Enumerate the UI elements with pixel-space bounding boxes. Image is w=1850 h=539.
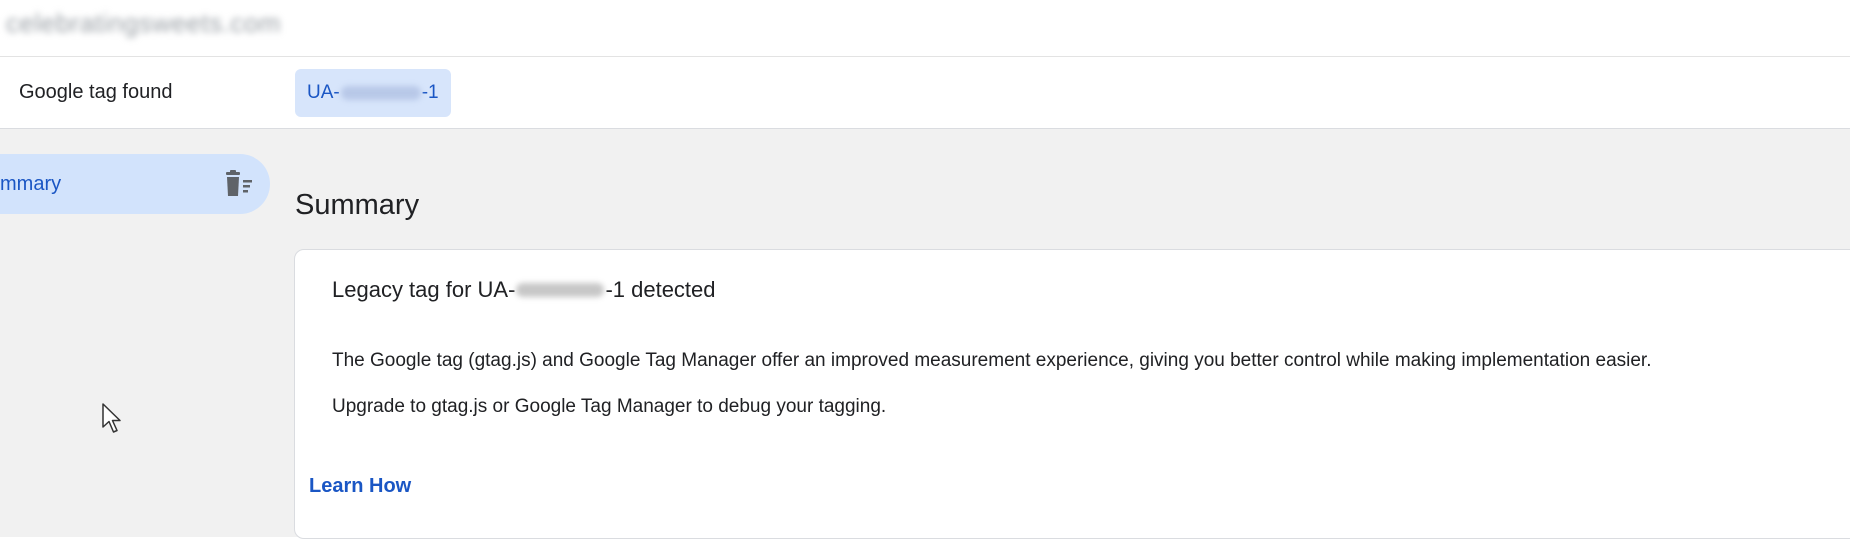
tag-found-label: Google tag found [19, 81, 173, 103]
site-domain: celebratingsweets.com [6, 8, 281, 38]
card-title-suffix: -1 detected [605, 277, 716, 302]
page-title: Summary [295, 189, 420, 221]
redacted-tag-id [516, 283, 605, 297]
mouse-cursor-icon [102, 403, 121, 433]
card-instruction: Upgrade to gtag.js or Google Tag Manager… [332, 396, 887, 417]
delete-sweep-icon[interactable] [224, 170, 254, 198]
tag-id-chip[interactable]: UA- -1 [295, 69, 451, 117]
content-area: mmary Summary Legacy tag for UA- -1 dete… [0, 129, 1850, 539]
tag-id-suffix: -1 [421, 82, 439, 103]
top-bar: celebratingsweets.com [0, 0, 1850, 57]
sidebar-item-summary[interactable]: mmary [0, 154, 270, 214]
learn-how-link[interactable]: Learn How [309, 475, 411, 498]
card-title: Legacy tag for UA- -1 detected [332, 277, 716, 303]
tag-id-prefix: UA- [307, 82, 340, 103]
redacted-tag-id [340, 86, 421, 100]
legacy-tag-card: Legacy tag for UA- -1 detected The Googl… [294, 249, 1850, 539]
card-title-prefix: Legacy tag for UA- [332, 277, 516, 302]
sidebar-item-label: mmary [0, 173, 62, 195]
tag-bar: Google tag found UA- -1 [0, 57, 1850, 129]
card-description: The Google tag (gtag.js) and Google Tag … [332, 350, 1652, 371]
